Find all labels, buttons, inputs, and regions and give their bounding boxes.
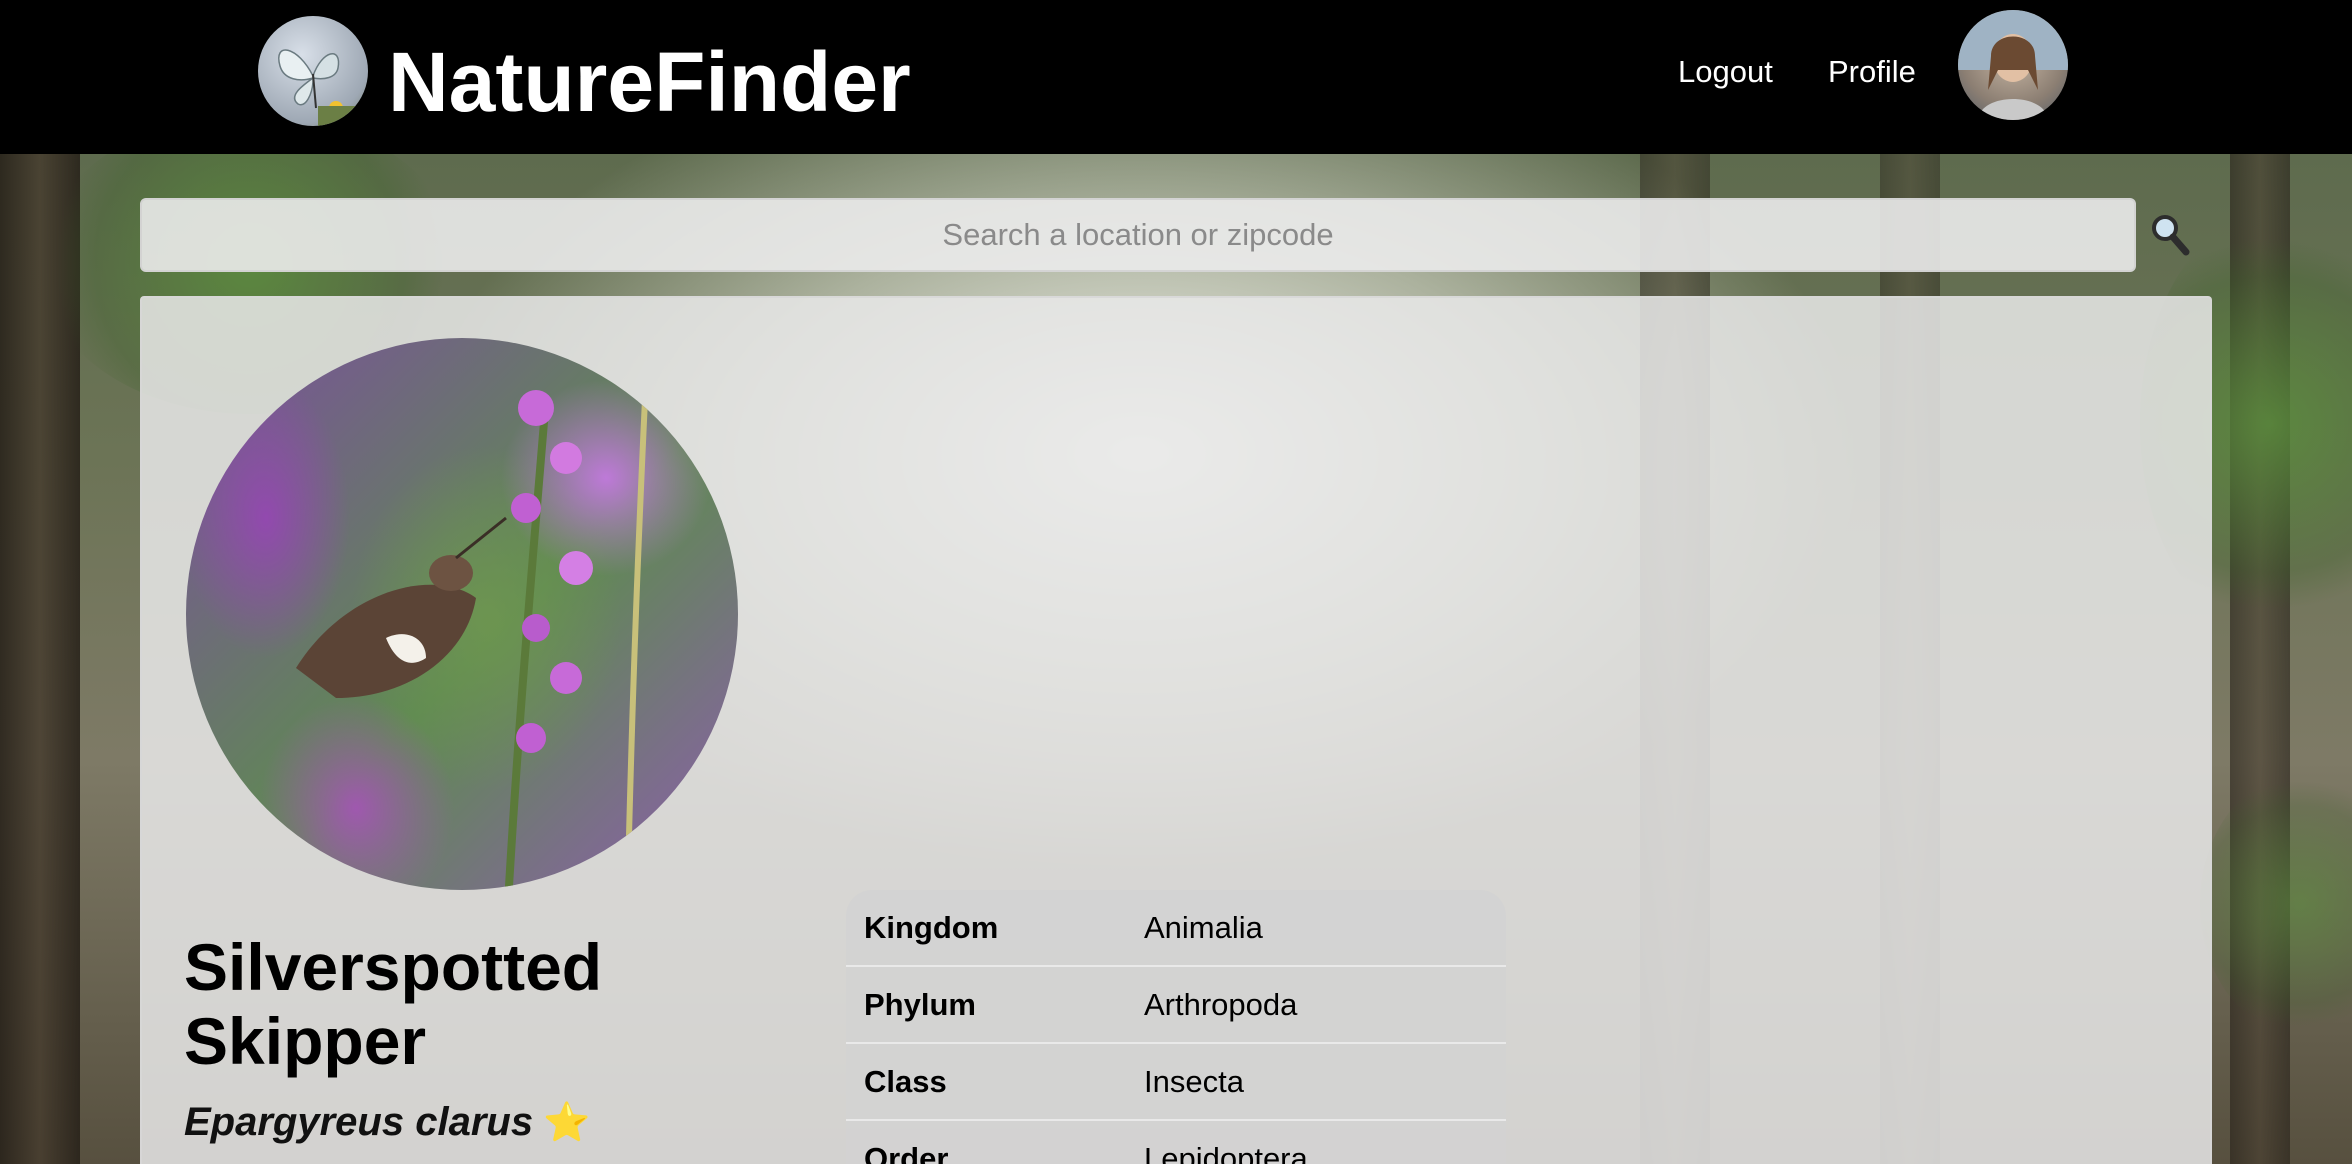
taxonomy-label: Kingdom (864, 909, 999, 945)
taxonomy-row: Phylum Arthropoda (846, 967, 1506, 1044)
species-common-name: Silverspotted Skipper (184, 930, 603, 1078)
taxonomy-value: Lepidoptera (1144, 1140, 1308, 1164)
app-title[interactable]: NatureFinder (388, 36, 911, 128)
search-input[interactable] (140, 198, 2136, 272)
species-card: Silverspotted Skipper Epargyreus clarus ⭐… (140, 296, 2212, 1164)
taxonomy-row: Class Insecta (846, 1044, 1506, 1121)
taxonomy-row: Kingdom Animalia (846, 890, 1506, 967)
top-nav-bar: NatureFinder Logout Profile (0, 0, 2352, 154)
taxonomy-value: Animalia (1144, 909, 1263, 945)
user-avatar[interactable] (1958, 10, 2068, 120)
taxonomy-value: Arthropoda (1144, 986, 1298, 1022)
search-button[interactable] (2150, 213, 2190, 257)
taxonomy-value: Insecta (1144, 1063, 1244, 1099)
favorite-star-icon[interactable]: ⭐ (543, 1102, 590, 1144)
logout-link[interactable]: Logout (1678, 52, 1773, 92)
foliage (2200, 774, 2352, 1034)
profile-link[interactable]: Profile (1828, 52, 1916, 92)
taxonomy-table: Kingdom Animalia Phylum Arthropoda Class… (846, 890, 1506, 1164)
butterfly-logo-icon[interactable] (258, 16, 368, 126)
scientific-name-text: Epargyreus clarus (184, 1100, 534, 1144)
taxonomy-row: Order Lepidoptera (846, 1121, 1506, 1164)
species-photo (186, 338, 738, 890)
magnifying-glass-icon (2152, 215, 2190, 256)
species-scientific-name: Epargyreus clarus ⭐ (184, 1098, 590, 1147)
taxonomy-label: Class (864, 1063, 947, 1099)
taxonomy-label: Order (864, 1140, 949, 1164)
taxonomy-label: Phylum (864, 986, 976, 1022)
